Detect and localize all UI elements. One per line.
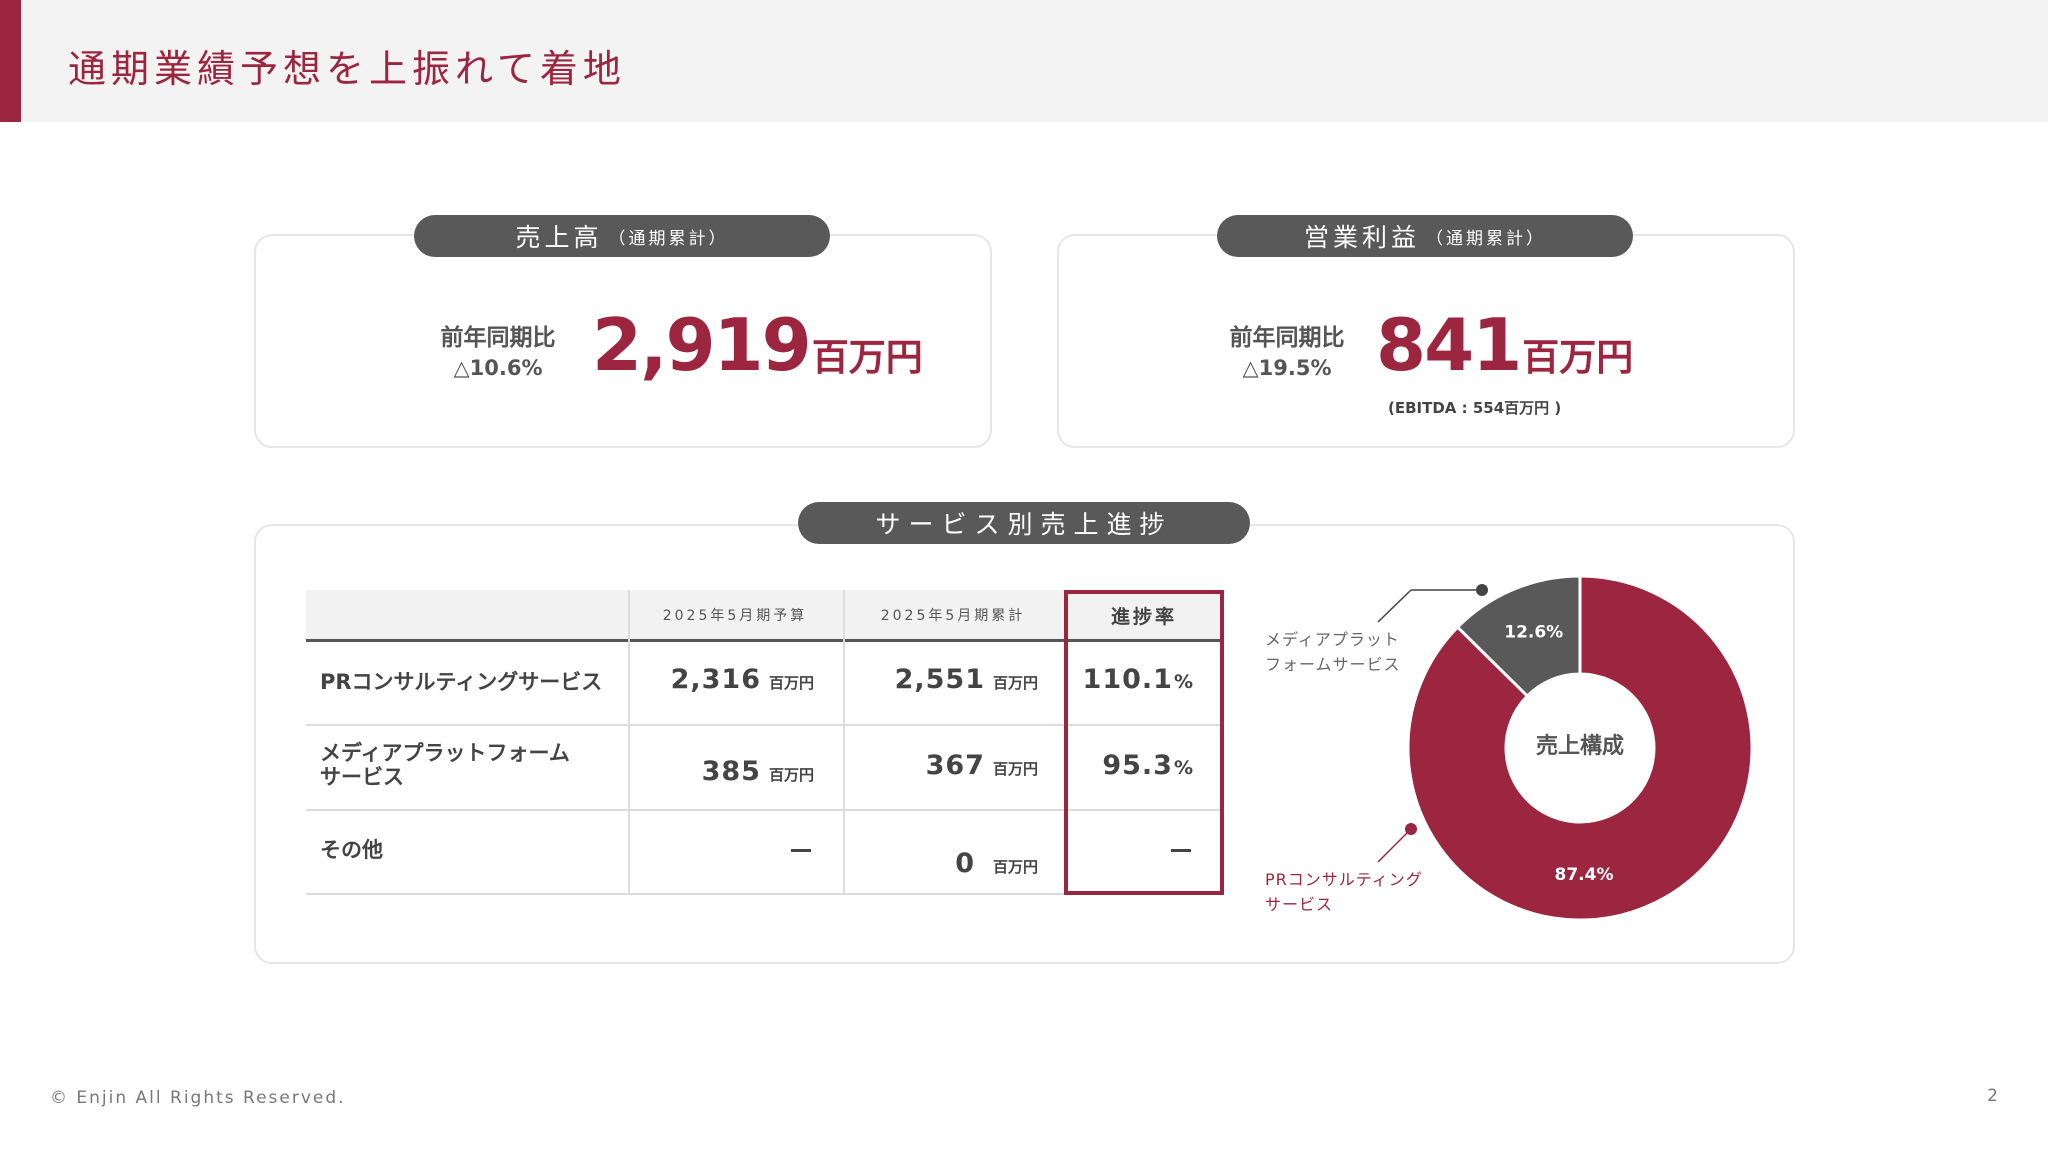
- budget-unit: 百万円: [768, 766, 814, 784]
- sales-pill-subtitle: （通期累計）: [608, 228, 729, 249]
- sales-value: 2,919百万円: [592, 303, 923, 387]
- column-header-budget: 2025年5月期予算: [662, 608, 808, 624]
- table-row-label: その他: [320, 838, 383, 862]
- copyright-footer: © Enjin All Rights Reserved.: [50, 1088, 346, 1108]
- ebitda-note: (EBITDA : 554百万円 ): [1388, 399, 1562, 417]
- page-number: 2: [1987, 1086, 1998, 1106]
- table-cell-budget: 385 百万円: [702, 756, 814, 787]
- column-header-actual: 2025年5月期累計: [880, 608, 1026, 624]
- actual-unit: 百万円: [992, 858, 1038, 876]
- profit-amount: 841: [1376, 303, 1522, 387]
- actual-unit: 百万円: [992, 760, 1038, 778]
- sales-yoy: 前年同期比 △10.6%: [428, 318, 568, 380]
- profit-pill-subtitle: （通期累計）: [1426, 228, 1546, 249]
- sales-yoy-label: 前年同期比: [440, 325, 556, 351]
- actual-value: 367: [925, 750, 985, 781]
- rate-column-highlight: [1064, 590, 1224, 895]
- profit-yoy: 前年同期比 △19.5%: [1217, 318, 1357, 380]
- sales-pill-title: 売上高: [515, 223, 603, 252]
- profit-yoy-value: △19.5%: [1242, 356, 1332, 380]
- service-pill-title: サービス別売上進捗: [875, 510, 1173, 539]
- table-col-divider: [843, 590, 845, 895]
- table-cell-actual: 0 百万円: [955, 848, 1038, 879]
- service-pill: サービス別売上進捗: [798, 502, 1250, 544]
- sales-pill: 売上高 （通期累計）: [414, 215, 830, 257]
- actual-unit: 百万円: [992, 674, 1038, 692]
- actual-value: 2,551: [894, 664, 985, 695]
- actual-value: 0: [955, 848, 975, 879]
- budget-value: 2,316: [670, 664, 761, 695]
- table-cell-budget: 2,316 百万円: [671, 664, 814, 695]
- table-col-divider: [628, 590, 630, 895]
- budget-value: 385: [701, 756, 761, 787]
- table-cell-actual: 2,551 百万円: [895, 664, 1038, 695]
- sales-unit: 百万円: [811, 336, 923, 379]
- table-row-label: PRコンサルティングサービス: [320, 670, 603, 694]
- profit-yoy-label: 前年同期比: [1229, 325, 1345, 351]
- table-row-label: メディアプラットフォーム サービス: [320, 741, 570, 789]
- budget-empty-dash: [791, 849, 811, 852]
- pr-callout-label: PRコンサルティング サービス: [1265, 870, 1423, 914]
- page-title: 通期業績予想を上振れて着地: [68, 47, 626, 91]
- sales-yoy-value: △10.6%: [453, 356, 543, 380]
- profit-pill-title: 営業利益: [1303, 223, 1420, 252]
- table-cell-actual: 367 百万円: [926, 750, 1038, 781]
- profit-pill: 営業利益 （通期累計）: [1217, 215, 1633, 257]
- header-accent-bar: [0, 0, 21, 122]
- profit-value: 841百万円: [1376, 303, 1633, 387]
- profit-unit: 百万円: [1522, 336, 1634, 379]
- sales-amount: 2,919: [592, 303, 812, 387]
- budget-unit: 百万円: [768, 674, 814, 692]
- media-callout-label: メディアプラット フォームサービス: [1265, 630, 1401, 674]
